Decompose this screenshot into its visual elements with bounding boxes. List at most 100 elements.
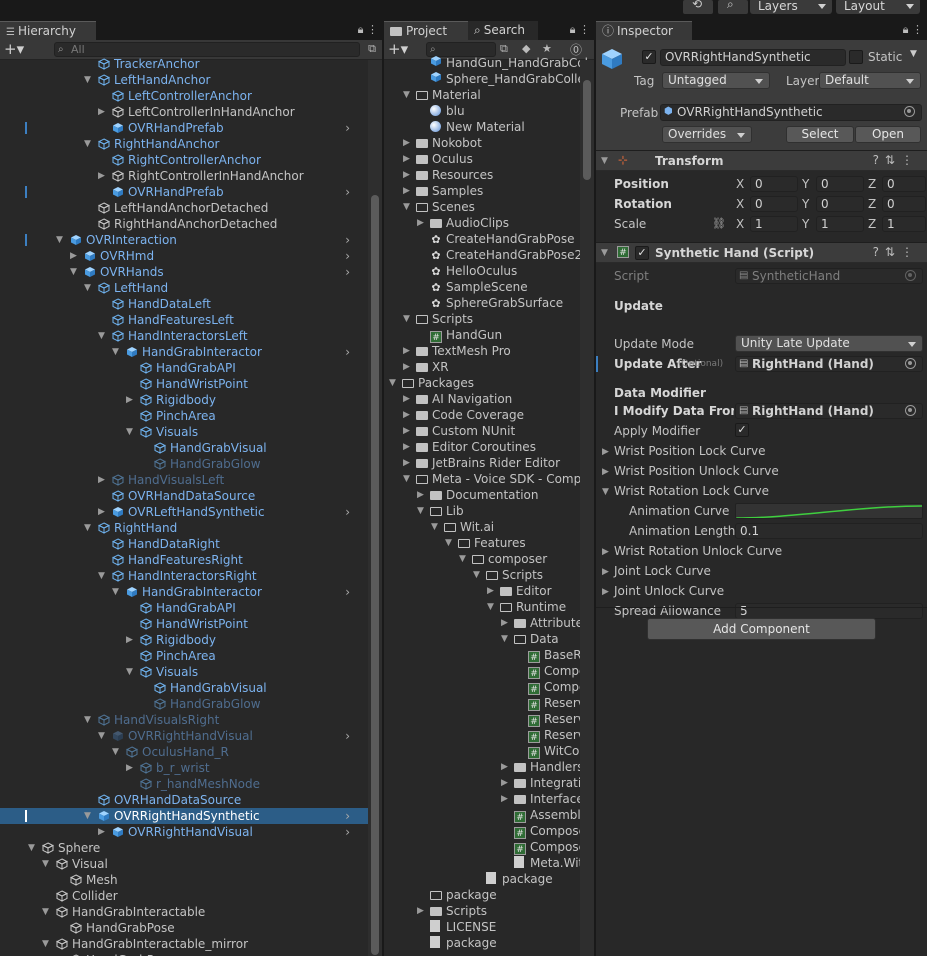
project-row[interactable]: ✿ HelloOculus xyxy=(384,263,580,279)
expand-arrow-icon[interactable]: ▶ xyxy=(70,248,80,264)
open-prefab-chevron-icon[interactable]: › xyxy=(345,808,350,824)
axis-label-x[interactable]: X xyxy=(736,217,744,231)
hierarchy-row[interactable]: OVRHandDataSource xyxy=(0,792,368,808)
collapse-arrow-icon[interactable]: ▼ xyxy=(112,344,122,360)
project-row[interactable]: # WitCor xyxy=(384,743,584,759)
collapse-arrow-icon[interactable]: ▼ xyxy=(98,568,108,584)
project-row[interactable]: ▶ Attributes xyxy=(384,615,589,631)
hierarchy-row[interactable]: LeftHandAnchorDetached xyxy=(0,200,368,216)
animation-curve-field[interactable] xyxy=(735,503,923,519)
collapse-arrow-icon[interactable]: ▼ xyxy=(84,808,94,824)
expand-arrow-icon[interactable]: ▶ xyxy=(403,439,413,455)
project-row[interactable]: ▼ Features xyxy=(384,535,580,551)
hierarchy-row[interactable]: TrackerAnchor xyxy=(0,56,368,72)
create-button[interactable]: +▾ xyxy=(4,41,24,57)
object-picker-icon[interactable] xyxy=(905,405,916,416)
apply-modifier-checkbox[interactable]: ✓ xyxy=(735,423,749,437)
expand-arrow-icon[interactable]: ▶ xyxy=(501,759,511,775)
project-row[interactable]: # Reserv xyxy=(384,695,585,711)
collapse-arrow-icon[interactable]: ▼ xyxy=(70,264,80,280)
history-button[interactable]: ⟲ xyxy=(683,0,713,14)
project-row[interactable]: # Reserv xyxy=(384,711,585,727)
hierarchy-row[interactable]: ▶ b_r_wrist xyxy=(0,760,368,776)
expand-arrow-icon[interactable]: ▶ xyxy=(487,583,497,599)
project-row[interactable]: ▶ Samples xyxy=(384,183,580,199)
hierarchy-row[interactable]: ▼ RightHand xyxy=(0,520,368,536)
hierarchy-row[interactable]: ▶ RightControllerInHandAnchor xyxy=(0,168,368,184)
project-row[interactable]: # Compo xyxy=(384,679,586,695)
axis-label-y[interactable]: Y xyxy=(802,197,809,211)
joint-unlock-foldout[interactable]: Joint Unlock Curve xyxy=(614,584,724,598)
hierarchy-row[interactable]: ▼ LeftHandAnchor xyxy=(0,72,368,88)
hierarchy-row[interactable]: ▼ Visual xyxy=(0,856,368,872)
hierarchy-row[interactable]: ▼ Visuals xyxy=(0,424,368,440)
collapse-arrow-icon[interactable]: ▼ xyxy=(403,199,413,215)
project-row[interactable]: ▼ Scripts xyxy=(384,567,580,583)
hierarchy-search-input[interactable]: ⌕ All xyxy=(54,42,360,57)
hierarchy-row[interactable]: ▼ HandInteractorsLeft xyxy=(0,328,368,344)
hierarchy-row[interactable]: ▼ Sphere xyxy=(0,840,368,856)
hierarchy-row[interactable]: HandDataLeft xyxy=(0,296,368,312)
collapse-arrow-icon[interactable]: ▼ xyxy=(601,156,608,166)
hierarchy-row[interactable]: ▼ OVRHands › xyxy=(0,264,368,280)
hierarchy-row[interactable]: HandGrabPose xyxy=(0,952,368,956)
tag-dropdown[interactable]: Untagged xyxy=(662,72,770,89)
project-row[interactable]: New Material xyxy=(384,119,580,135)
axis-label-z[interactable]: Z xyxy=(868,197,876,211)
hierarchy-row[interactable]: ▼ RightHandAnchor xyxy=(0,136,368,152)
expand-arrow-icon[interactable]: ▶ xyxy=(602,587,609,597)
project-row[interactable]: # Compo xyxy=(384,663,586,679)
collapse-arrow-icon[interactable]: ▼ xyxy=(84,712,94,728)
collapse-arrow-icon[interactable]: ▼ xyxy=(601,248,608,258)
project-row[interactable]: ▼ Data xyxy=(384,631,580,647)
spread-allowance-field[interactable]: 5 xyxy=(735,603,923,619)
layers-dropdown[interactable]: Layers xyxy=(750,0,832,14)
hierarchy-row[interactable]: ▼ HandVisualsRight xyxy=(0,712,368,728)
hierarchy-row[interactable]: ▶ OVRHmd › xyxy=(0,248,368,264)
scale-x-field[interactable]: 1 xyxy=(750,216,798,232)
more-options-icon[interactable]: ⋮ xyxy=(912,23,923,36)
tab-project[interactable]: Project xyxy=(384,21,468,40)
axis-label-z[interactable]: Z xyxy=(868,217,876,231)
position-x-field[interactable]: 0 xyxy=(750,176,798,192)
open-button[interactable]: Open xyxy=(855,126,921,143)
wrist-position-unlock-foldout[interactable]: Wrist Position Unlock Curve xyxy=(614,464,779,478)
project-row[interactable]: HandGun_HandGrabCol xyxy=(384,55,588,71)
add-component-button[interactable]: Add Component xyxy=(647,618,876,640)
collapse-arrow-icon[interactable]: ▼ xyxy=(84,280,94,296)
transform-header[interactable]: ▼ ⊹ Transform ?⇅⋮ xyxy=(596,150,927,171)
hierarchy-row[interactable]: ▶ LeftControllerInHandAnchor xyxy=(0,104,368,120)
open-prefab-chevron-icon[interactable]: › xyxy=(345,248,350,264)
collapse-arrow-icon[interactable]: ▼ xyxy=(42,856,52,872)
hierarchy-row[interactable]: ▼ OVRInteraction › xyxy=(0,232,368,248)
project-row[interactable]: ✿ SphereGrabSurface xyxy=(384,295,580,311)
project-row[interactable]: # BaseR xyxy=(384,647,582,663)
collapse-arrow-icon[interactable]: ▼ xyxy=(42,904,52,920)
open-prefab-chevron-icon[interactable]: › xyxy=(345,584,350,600)
expand-arrow-icon[interactable]: ▶ xyxy=(403,391,413,407)
rotation-x-field[interactable]: 0 xyxy=(750,196,798,212)
joint-lock-foldout[interactable]: Joint Lock Curve xyxy=(614,564,711,578)
collapse-arrow-icon[interactable]: ▼ xyxy=(403,311,413,327)
hierarchy-row[interactable]: ▼ HandInteractorsRight xyxy=(0,568,368,584)
project-row[interactable]: ▼ Material xyxy=(384,87,580,103)
project-row[interactable]: ▶ Resources xyxy=(384,167,580,183)
hierarchy-row[interactable]: ▼ HandGrabInteractable xyxy=(0,904,368,920)
hierarchy-row[interactable]: HandGrabGlow xyxy=(0,456,368,472)
wrist-rotation-lock-foldout[interactable]: Wrist Rotation Lock Curve xyxy=(614,484,769,498)
project-row[interactable]: ▶ Integratio xyxy=(384,775,589,791)
wrist-position-lock-foldout[interactable]: Wrist Position Lock Curve xyxy=(614,444,765,458)
expand-arrow-icon[interactable]: ▶ xyxy=(98,104,108,120)
project-row[interactable]: ✿ SampleScene xyxy=(384,279,580,295)
hierarchy-row[interactable]: ▶ Rigidbody xyxy=(0,392,368,408)
project-row[interactable]: # Compose xyxy=(384,839,586,855)
project-row[interactable]: Sphere_HandGrabCollec xyxy=(384,71,591,87)
expand-arrow-icon[interactable]: ▶ xyxy=(403,343,413,359)
search-by-label-icon[interactable]: ◆ xyxy=(522,42,530,55)
collapse-arrow-icon[interactable]: ▼ xyxy=(445,535,455,551)
project-row[interactable]: ▶ Handlers xyxy=(384,759,584,775)
project-row[interactable]: package xyxy=(384,887,580,903)
expand-arrow-icon[interactable]: ▶ xyxy=(126,392,136,408)
project-row[interactable]: # Reserv xyxy=(384,727,585,743)
synthetic-hand-header[interactable]: ▼ # ✓ Synthetic Hand (Script) ?⇅⋮ xyxy=(596,242,927,263)
